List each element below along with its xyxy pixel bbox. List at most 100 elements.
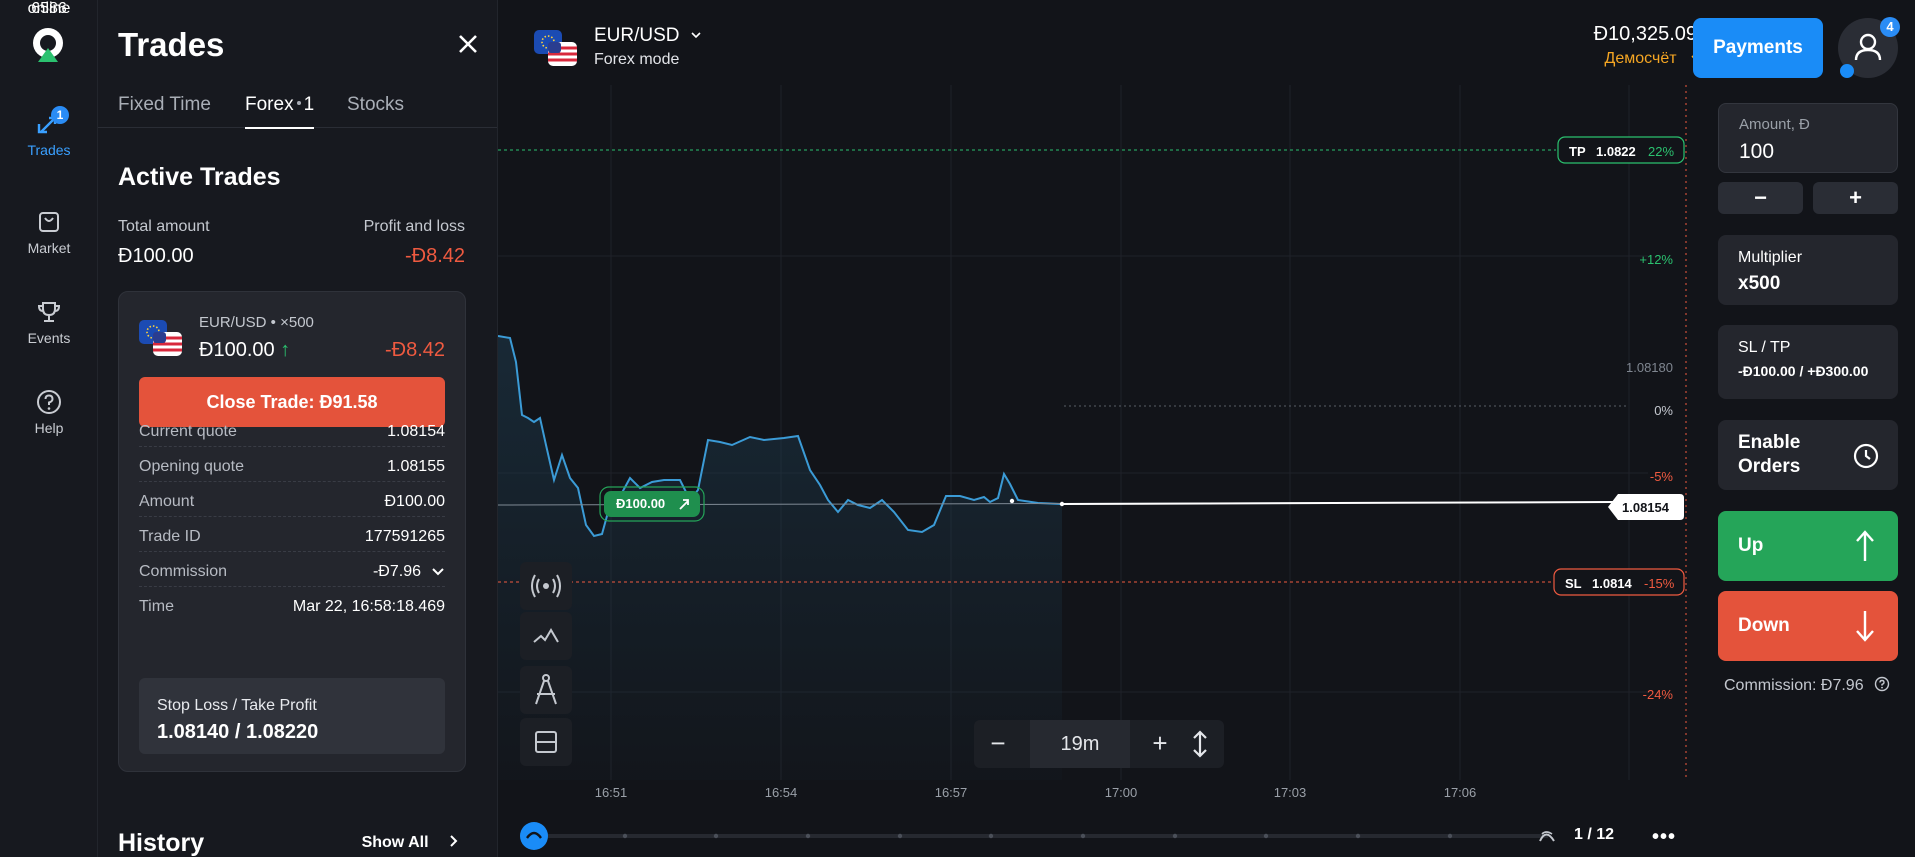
enable-orders-label: Enable Orders — [1738, 432, 1801, 477]
layout-split-icon — [535, 731, 557, 753]
drawing-tool[interactable] — [520, 666, 572, 714]
tab-label: Forex — [245, 94, 294, 115]
active-trades-heading: Active Trades — [118, 163, 281, 191]
tab-stocks[interactable]: Stocks — [347, 94, 404, 116]
sl-tp-value: -Đ100.00 / +Đ300.00 — [1738, 363, 1869, 379]
trade-detail-row: Trade ID 177591265 — [139, 522, 445, 552]
line-chart-icon — [533, 628, 559, 643]
detail-key: Current quote — [139, 423, 237, 440]
chevron-right-icon — [450, 835, 458, 847]
trade-detail-row: Opening quote 1.08155 — [139, 452, 445, 482]
sl-tp-label: SL / TP — [1738, 339, 1791, 356]
arrow-up-icon — [1856, 530, 1874, 561]
signals-tool[interactable] — [520, 562, 572, 610]
price-tick: 1.08180 — [1626, 360, 1673, 375]
current-price: 1.08154 — [1622, 500, 1670, 515]
more-options-icon[interactable]: ••• — [1652, 826, 1676, 849]
detail-value: Mar 22, 16:58:18.469 — [292, 598, 445, 615]
rail-item-events[interactable]: Events — [0, 298, 98, 346]
timeframe-zoom-control: − 19m + — [974, 720, 1224, 768]
down-button[interactable]: Down — [1718, 591, 1898, 661]
layout-tool[interactable] — [520, 718, 572, 766]
brand-logo-icon[interactable] — [29, 26, 67, 64]
tp-price: 1.0822 — [1596, 144, 1636, 159]
trade-detail-row: Current quote 1.08154 — [139, 417, 445, 447]
rail-item-label: Market — [27, 240, 71, 256]
amount-increase-button[interactable]: + — [1813, 182, 1898, 214]
amount-value[interactable]: 100 — [1739, 140, 1774, 164]
tab-count: 1 — [303, 94, 315, 115]
sltp-label: Stop Loss / Take Profit — [157, 697, 317, 714]
rail-item-help[interactable]: Help — [0, 388, 98, 436]
up-button[interactable]: Up — [1718, 511, 1898, 581]
pct-level: 0% — [1654, 403, 1673, 418]
trade-pair-name: EUR/USD — [199, 314, 267, 331]
time-label: 17:06 — [1444, 785, 1477, 800]
trade-amount-value: Đ100.00 — [199, 339, 275, 361]
time-label: 16:54 — [765, 785, 798, 800]
vertical-resize-icon[interactable] — [1176, 720, 1224, 768]
active-trade-card[interactable]: EUR/USD • ×500 Đ100.00 ↑ -Đ8.42 Close Tr… — [118, 291, 466, 772]
pct-level: +12% — [1639, 252, 1673, 267]
broadcast-icon — [531, 574, 561, 598]
detail-key: Trade ID — [139, 528, 201, 545]
time-label: 16:57 — [935, 785, 968, 800]
total-amount-label: Total amount — [118, 218, 210, 235]
time-label: 17:00 — [1105, 785, 1138, 800]
up-label: Up — [1738, 535, 1764, 556]
enable-orders-button[interactable]: Enable Orders — [1718, 420, 1898, 490]
shopping-bag-icon — [35, 208, 63, 236]
tab-forex[interactable]: Forex 1 — [245, 94, 315, 129]
timeframe-value[interactable]: 19m — [1030, 720, 1130, 768]
detail-value: 1.08155 — [387, 458, 445, 475]
dot-separator — [296, 100, 301, 105]
rail-item-label: Events — [27, 330, 71, 346]
detail-key: Amount — [139, 493, 195, 510]
timeline-handle[interactable] — [520, 822, 548, 850]
down-label: Down — [1738, 615, 1790, 636]
rail-item-market[interactable]: Market — [0, 208, 98, 256]
pct-level: -24% — [1643, 687, 1674, 702]
amount-decrease-button[interactable]: − — [1718, 182, 1803, 214]
sl-price: 1.0814 — [1592, 576, 1633, 591]
tp-percent: 22% — [1648, 144, 1674, 159]
sl-tp-selector[interactable]: SL / TP -Đ100.00 / +Đ300.00 — [1718, 325, 1898, 399]
sltp-value: 1.08140 / 1.08220 — [157, 721, 319, 743]
help-icon[interactable] — [1874, 676, 1890, 692]
trade-detail-row-commission[interactable]: Commission -Đ7.96 — [139, 557, 445, 587]
zoom-out-button[interactable]: − — [974, 720, 1022, 768]
trades-badge: 1 — [51, 106, 69, 124]
amount-field[interactable]: Amount, Đ 100 — [1718, 103, 1898, 173]
time-label: 17:03 — [1274, 785, 1307, 800]
trophy-icon — [35, 298, 63, 326]
arrow-down-icon — [1856, 611, 1874, 642]
online-label: online — [27, 0, 71, 17]
chart-type-tool[interactable] — [520, 612, 572, 660]
help-icon — [35, 388, 63, 416]
panel-title: Trades — [118, 26, 225, 63]
history-heading: History — [118, 829, 205, 857]
page-indicator: 1 / 12 — [1574, 826, 1615, 843]
tab-fixed-time[interactable]: Fixed Time — [118, 94, 211, 116]
trades-panel: Trades Fixed Time Forex 1 Stocks Active T… — [98, 0, 498, 857]
arrow-up-icon: ↑ — [280, 339, 291, 361]
profit-loss-value: -Đ8.42 — [404, 245, 465, 267]
tp-label: TP — [1569, 144, 1586, 159]
show-all-link[interactable]: Show All — [362, 834, 459, 852]
payments-button[interactable]: Payments — [1693, 18, 1823, 78]
sl-percent: -15% — [1644, 576, 1675, 591]
show-all-label: Show All — [361, 834, 429, 851]
chevron-down-icon[interactable] — [431, 567, 445, 577]
close-icon[interactable] — [454, 30, 482, 58]
price-area — [498, 336, 1062, 780]
rail-item-trades[interactable]: 1 Trades — [0, 106, 98, 158]
stop-loss-take-profit-box[interactable]: Stop Loss / Take Profit 1.08140 / 1.0822… — [139, 678, 445, 754]
detail-key: Time — [139, 598, 174, 615]
multiplier-selector[interactable]: Multiplier x500 — [1718, 235, 1898, 305]
detail-value: 1.08154 — [387, 423, 445, 440]
left-rail: 1 Trades Market Events Help 6586 online — [0, 0, 98, 857]
eur-usd-flag-icon — [139, 320, 182, 356]
projection-line — [1061, 501, 1614, 505]
sl-label: SL — [1565, 576, 1582, 591]
rail-item-label: Help — [34, 420, 64, 436]
